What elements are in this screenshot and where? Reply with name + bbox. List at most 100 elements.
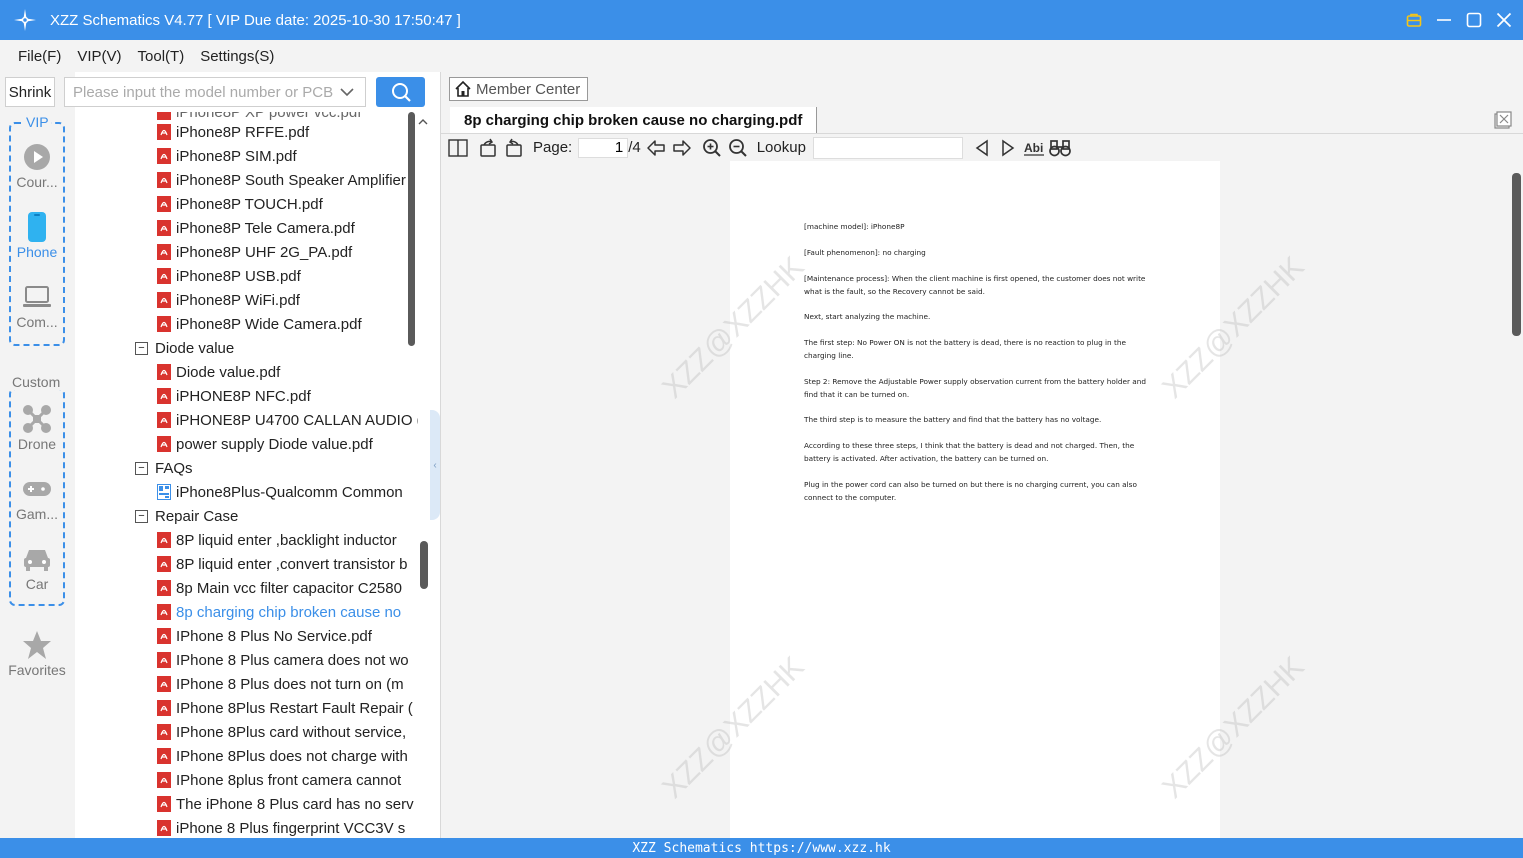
pdf-icon <box>157 244 171 260</box>
viewer-scrollbar-thumb[interactable] <box>1512 173 1521 336</box>
find-binoculars-icon[interactable] <box>1049 137 1071 159</box>
tree-folder-faqs[interactable]: − FAQs <box>135 456 193 480</box>
star-icon <box>3 628 71 662</box>
collapse-icon[interactable]: − <box>135 341 148 355</box>
menu-file[interactable]: File(F) <box>18 48 61 65</box>
rail-course[interactable]: Cour... <box>5 140 69 190</box>
rail-computer-label: Com... <box>16 314 58 330</box>
tree-file[interactable]: 8p Main vcc filter capacitor C2580 <box>157 576 402 600</box>
rail-course-label: Cour... <box>16 174 58 190</box>
rail-computer[interactable]: Com... <box>5 280 69 330</box>
rail-game[interactable]: Gam... <box>5 472 69 522</box>
tree-file[interactable]: Diode value.pdf <box>157 360 280 384</box>
rail-drone-label: Drone <box>17 436 57 452</box>
phone-icon <box>5 210 69 244</box>
menu-tool[interactable]: Tool(T) <box>138 48 185 65</box>
tree-file[interactable]: 8P liquid enter ,convert transistor b <box>157 552 408 576</box>
tree-folder-repair[interactable]: − Repair Case <box>135 504 238 528</box>
tree-file[interactable]: power supply Diode value.pdf <box>157 432 373 456</box>
collapse-icon[interactable]: − <box>135 509 148 523</box>
tree-file[interactable]: IPhone 8Plus does not charge with <box>157 744 408 768</box>
rail-car-label: Car <box>25 576 49 592</box>
rotate-left-icon[interactable] <box>477 137 499 159</box>
tree-file[interactable]: IPhone 8Plus card without service, <box>157 720 406 744</box>
pdf-icon <box>157 268 171 284</box>
prev-page-arrow-icon[interactable] <box>645 137 667 159</box>
document-tab[interactable]: 8p charging chip broken cause no chargin… <box>450 107 818 133</box>
menu-bar: File(F) VIP(V) Tool(T) Settings(S) <box>0 40 1523 72</box>
zoom-in-icon[interactable] <box>701 137 723 159</box>
document-paragraph: [machine model]: iPhone8P <box>804 222 905 231</box>
tree-file[interactable]: iPhone8P UHF 2G_PA.pdf <box>157 240 352 264</box>
tree-file[interactable]: IPhone 8plus front camera cannot <box>157 768 401 792</box>
rail-drone[interactable]: Drone <box>5 402 69 452</box>
close-tab-icon[interactable] <box>1494 111 1512 129</box>
match-case-icon[interactable]: Abi <box>1023 137 1045 159</box>
collapse-icon[interactable]: − <box>135 461 148 475</box>
pdf-icon <box>157 676 171 692</box>
pdf-icon <box>157 124 171 140</box>
tree-file[interactable]: IPhone 8Plus Restart Fault Repair ( <box>157 696 413 720</box>
drone-icon <box>5 402 69 436</box>
page-label: Page: <box>533 139 573 156</box>
search-button[interactable] <box>376 77 425 107</box>
pdf-icon <box>157 412 171 428</box>
tree-file[interactable]: 8P liquid enter ,backlight inductor <box>157 528 397 552</box>
tree-file[interactable]: The iPhone 8 Plus card has no serv <box>157 792 414 816</box>
rail-phone-label: Phone <box>16 244 58 260</box>
chevron-down-icon[interactable] <box>335 87 359 97</box>
pdf-icon <box>157 220 171 236</box>
tree-scrollbar-thumb[interactable] <box>408 112 415 346</box>
shrink-button[interactable]: Shrink <box>5 77 55 107</box>
panel-scrollbar-thumb[interactable] <box>420 541 428 589</box>
pdf-icon <box>157 388 171 404</box>
tree-file[interactable]: iPhone 8 Plus fingerprint VCC3V s <box>157 816 405 838</box>
find-previous-icon[interactable] <box>971 137 993 159</box>
page-number-input[interactable] <box>578 137 629 158</box>
rail-game-label: Gam... <box>15 506 58 522</box>
collapse-panel-handle[interactable]: ‹ <box>430 410 440 520</box>
minimize-button[interactable] <box>1435 11 1453 29</box>
tree-file[interactable]: iPhone8P Wide Camera.pdf <box>157 312 362 336</box>
rotate-right-icon[interactable] <box>503 137 525 159</box>
rail-favorites-label: Favorites <box>8 662 66 678</box>
rail-phone[interactable]: Phone <box>5 210 69 260</box>
tree-file[interactable]: iPhone8P WiFi.pdf <box>157 288 300 312</box>
pdf-viewport[interactable]: [machine model]: iPhone8P [Fault phenomen… <box>441 161 1510 838</box>
sidebar-toggle-icon[interactable] <box>447 137 469 159</box>
pdf-icon <box>157 556 171 572</box>
menu-vip[interactable]: VIP(V) <box>77 48 121 65</box>
search-input[interactable] <box>65 83 335 101</box>
menu-settings[interactable]: Settings(S) <box>200 48 274 65</box>
vip-bag-icon[interactable] <box>1405 11 1423 29</box>
page-total: /4 <box>628 139 641 156</box>
lookup-input[interactable] <box>812 136 963 159</box>
tree-file[interactable]: iPhone8P RFFE.pdf <box>157 120 309 144</box>
custom-group-label: Custom <box>10 374 63 390</box>
zoom-out-icon[interactable] <box>727 137 749 159</box>
model-search-combo[interactable] <box>64 77 366 107</box>
scroll-up-arrow-icon[interactable] <box>417 114 429 125</box>
pdf-icon <box>157 292 171 308</box>
tree-file[interactable]: iPhone8P SIM.pdf <box>157 144 297 168</box>
rail-favorites[interactable]: Favorites <box>3 628 71 678</box>
close-button[interactable] <box>1495 11 1513 29</box>
tree-file[interactable]: iPhone8P Tele Camera.pdf <box>157 216 355 240</box>
tree-file[interactable]: IPhone 8 Plus camera does not wo <box>157 648 409 672</box>
title-bar: XZZ Schematics V4.77 [ VIP Due date: 202… <box>0 0 1523 40</box>
tree-folder-diode[interactable]: − Diode value <box>135 336 234 360</box>
tree-file[interactable]: IPhone 8 Plus No Service.pdf <box>157 624 372 648</box>
maximize-button[interactable] <box>1465 11 1483 29</box>
next-page-arrow-icon[interactable] <box>671 137 693 159</box>
member-center-button[interactable]: Member Center <box>449 77 588 101</box>
find-next-icon[interactable] <box>997 137 1019 159</box>
tree-file[interactable]: iPhone8P TOUCH.pdf <box>157 192 323 216</box>
tree-file[interactable]: iPHONE8P U4700 CALLAN AUDIO ( <box>157 408 418 432</box>
tree-file[interactable]: iPHONE8P NFC.pdf <box>157 384 311 408</box>
tree-file[interactable]: iPhone8P South Speaker Amplifier <box>157 168 406 192</box>
tree-file[interactable]: IPhone 8 Plus does not turn on (m <box>157 672 404 696</box>
tree-file-faq[interactable]: iPhone8Plus-Qualcomm Common <box>157 480 403 504</box>
tree-file[interactable]: 8p charging chip broken cause no <box>157 600 401 624</box>
rail-car[interactable]: Car <box>5 542 69 592</box>
tree-file[interactable]: iPhone8P USB.pdf <box>157 264 301 288</box>
